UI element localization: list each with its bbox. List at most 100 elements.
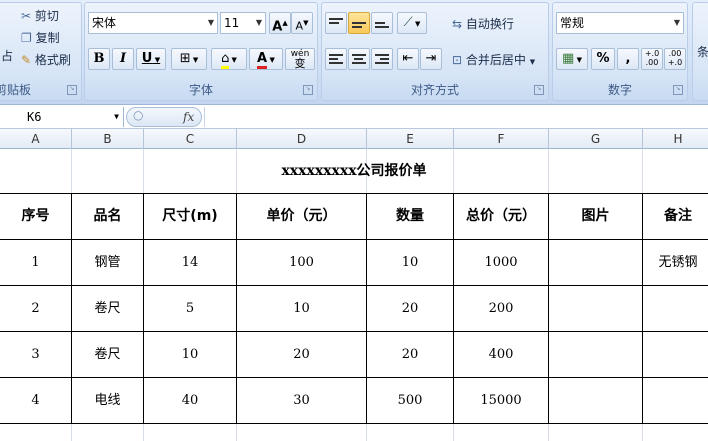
- column-header-d[interactable]: D: [237, 129, 367, 149]
- column-header-b[interactable]: B: [72, 129, 144, 149]
- font-name-select[interactable]: 宋体 ▼: [88, 12, 218, 34]
- header-cell-index[interactable]: 序号: [0, 194, 71, 239]
- table-cell[interactable]: 20: [367, 286, 453, 331]
- font-color-button[interactable]: A ▼: [249, 48, 283, 70]
- column-header-g[interactable]: G: [549, 129, 643, 149]
- table-cell[interactable]: 2: [0, 286, 71, 331]
- table-cell[interactable]: 10: [144, 332, 236, 377]
- decrease-indent-button[interactable]: ⇤: [397, 48, 419, 70]
- column-header-h[interactable]: H: [643, 129, 708, 149]
- font-launcher-icon[interactable]: ↘: [303, 85, 313, 95]
- clipboard-launcher-icon[interactable]: ↘: [67, 85, 77, 95]
- decrease-decimal-button[interactable]: .00 +.0: [664, 48, 686, 70]
- table-cell[interactable]: 20: [237, 332, 366, 377]
- align-top-button[interactable]: [325, 12, 347, 34]
- header-cell-size[interactable]: 尺寸(m): [144, 194, 236, 239]
- header-cell-quantity[interactable]: 数量: [367, 194, 453, 239]
- merge-cells-icon: ⊡: [452, 53, 463, 67]
- merge-center-button[interactable]: ⊡ 合并后居中 ▼: [452, 51, 535, 68]
- ribbon: 占 ✂ 剪切 ❐ 复制 ✎ 格式刷 剪贴板 ↘ 宋体 ▼ 11 ▼ A▲ A▼ …: [0, 0, 708, 105]
- wrap-text-label: 自动换行: [465, 17, 514, 31]
- worksheet-grid[interactable]: xxxxxxxxx公司报价单 序号 品名 尺寸(m) 单价（元） 数量 总价（元…: [0, 149, 708, 441]
- table-cell[interactable]: 无锈钢: [643, 240, 708, 285]
- chevron-down-icon: ▼: [207, 18, 215, 27]
- table-cell[interactable]: 500: [367, 378, 453, 423]
- header-cell-product[interactable]: 品名: [72, 194, 143, 239]
- conditional-format-button-fragment[interactable]: 条: [697, 43, 708, 60]
- phonetic-guide-button[interactable]: wén 变: [285, 48, 315, 70]
- bold-button[interactable]: B: [88, 48, 110, 70]
- column-header-a[interactable]: A: [0, 129, 72, 149]
- table-cell[interactable]: 1000: [454, 240, 548, 285]
- cut-button[interactable]: ✂ 剪切: [21, 7, 59, 24]
- insert-function-icon[interactable]: fx: [183, 108, 194, 126]
- number-launcher-icon[interactable]: ↘: [673, 85, 683, 95]
- table-cell[interactable]: 10: [237, 286, 366, 331]
- formula-buttons: ○ fx: [126, 107, 202, 127]
- font-size-select[interactable]: 11 ▼: [220, 12, 266, 34]
- alignment-launcher-icon[interactable]: ↘: [534, 85, 544, 95]
- table-cell[interactable]: 4: [0, 378, 71, 423]
- increase-indent-button[interactable]: ⇥: [420, 48, 442, 70]
- paste-button-fragment[interactable]: 占: [1, 47, 13, 64]
- number-format-select[interactable]: 常规 ▼: [556, 12, 684, 34]
- table-cell[interactable]: [643, 378, 708, 423]
- chevron-down-icon[interactable]: ▼: [114, 107, 119, 127]
- table-cell[interactable]: [549, 286, 642, 331]
- table-cell[interactable]: 200: [454, 286, 548, 331]
- table-cell[interactable]: [643, 286, 708, 331]
- format-painter-button[interactable]: ✎ 格式刷: [21, 51, 71, 68]
- italic-button[interactable]: I: [112, 48, 134, 70]
- align-middle-button[interactable]: [348, 12, 370, 34]
- wrap-text-button[interactable]: ⇆ 自动换行: [452, 15, 514, 32]
- header-cell-unit-price[interactable]: 单价（元）: [237, 194, 366, 239]
- table-cell[interactable]: 10: [367, 240, 453, 285]
- copy-button[interactable]: ❐ 复制: [21, 29, 60, 46]
- header-cell-total[interactable]: 总价（元）: [454, 194, 548, 239]
- table-cell[interactable]: [549, 378, 642, 423]
- align-right-icon: [375, 52, 389, 66]
- table-cell[interactable]: 100: [237, 240, 366, 285]
- formula-input[interactable]: [204, 107, 708, 127]
- table-cell[interactable]: 400: [454, 332, 548, 377]
- table-cell[interactable]: 5: [144, 286, 236, 331]
- table-cell[interactable]: 3: [0, 332, 71, 377]
- gridline: [236, 424, 237, 441]
- table-cell[interactable]: 14: [144, 240, 236, 285]
- increase-decimal-button[interactable]: +.0 .00: [641, 48, 663, 70]
- align-left-button[interactable]: [325, 48, 347, 70]
- comma-button[interactable]: ,: [617, 48, 639, 70]
- table-cell[interactable]: 卷尺: [72, 286, 143, 331]
- percent-button[interactable]: %: [591, 48, 615, 70]
- column-header-f[interactable]: F: [454, 129, 549, 149]
- grow-font-button[interactable]: A▲: [269, 12, 291, 34]
- table-cell[interactable]: 钢管: [72, 240, 143, 285]
- table-cell[interactable]: 30: [237, 378, 366, 423]
- fill-color-button[interactable]: ⌂ ▼: [211, 48, 247, 70]
- table-cell[interactable]: 卷尺: [72, 332, 143, 377]
- column-header-c[interactable]: C: [144, 129, 237, 149]
- table-cell[interactable]: 电线: [72, 378, 143, 423]
- text-orientation-icon: ⟋: [403, 15, 413, 30]
- table-cell[interactable]: 40: [144, 378, 236, 423]
- orientation-button[interactable]: ⟋ ▼: [397, 12, 427, 34]
- underline-button[interactable]: U ▼: [136, 48, 166, 70]
- currency-button[interactable]: ▦ ▼: [556, 48, 588, 70]
- name-box[interactable]: K6 ▼: [0, 107, 124, 127]
- table-cell[interactable]: [643, 332, 708, 377]
- align-center-button[interactable]: [348, 48, 370, 70]
- align-bottom-button[interactable]: [371, 12, 393, 34]
- header-cell-image[interactable]: 图片: [549, 194, 642, 239]
- table-cell[interactable]: 1: [0, 240, 71, 285]
- header-cell-notes[interactable]: 备注: [643, 194, 708, 239]
- table-cell[interactable]: [549, 240, 642, 285]
- sheet-title[interactable]: xxxxxxxxx公司报价单: [0, 149, 708, 193]
- shrink-font-button[interactable]: A▼: [291, 12, 313, 34]
- number-group: 常规 ▼ ▦ ▼ % , +.0 .00 .00 +.0 数字 ↘: [552, 2, 688, 101]
- borders-button[interactable]: ⊞ ▼: [171, 48, 207, 70]
- align-right-button[interactable]: [371, 48, 393, 70]
- table-cell[interactable]: 20: [367, 332, 453, 377]
- table-cell[interactable]: [549, 332, 642, 377]
- table-cell[interactable]: 15000: [454, 378, 548, 423]
- column-header-e[interactable]: E: [367, 129, 454, 149]
